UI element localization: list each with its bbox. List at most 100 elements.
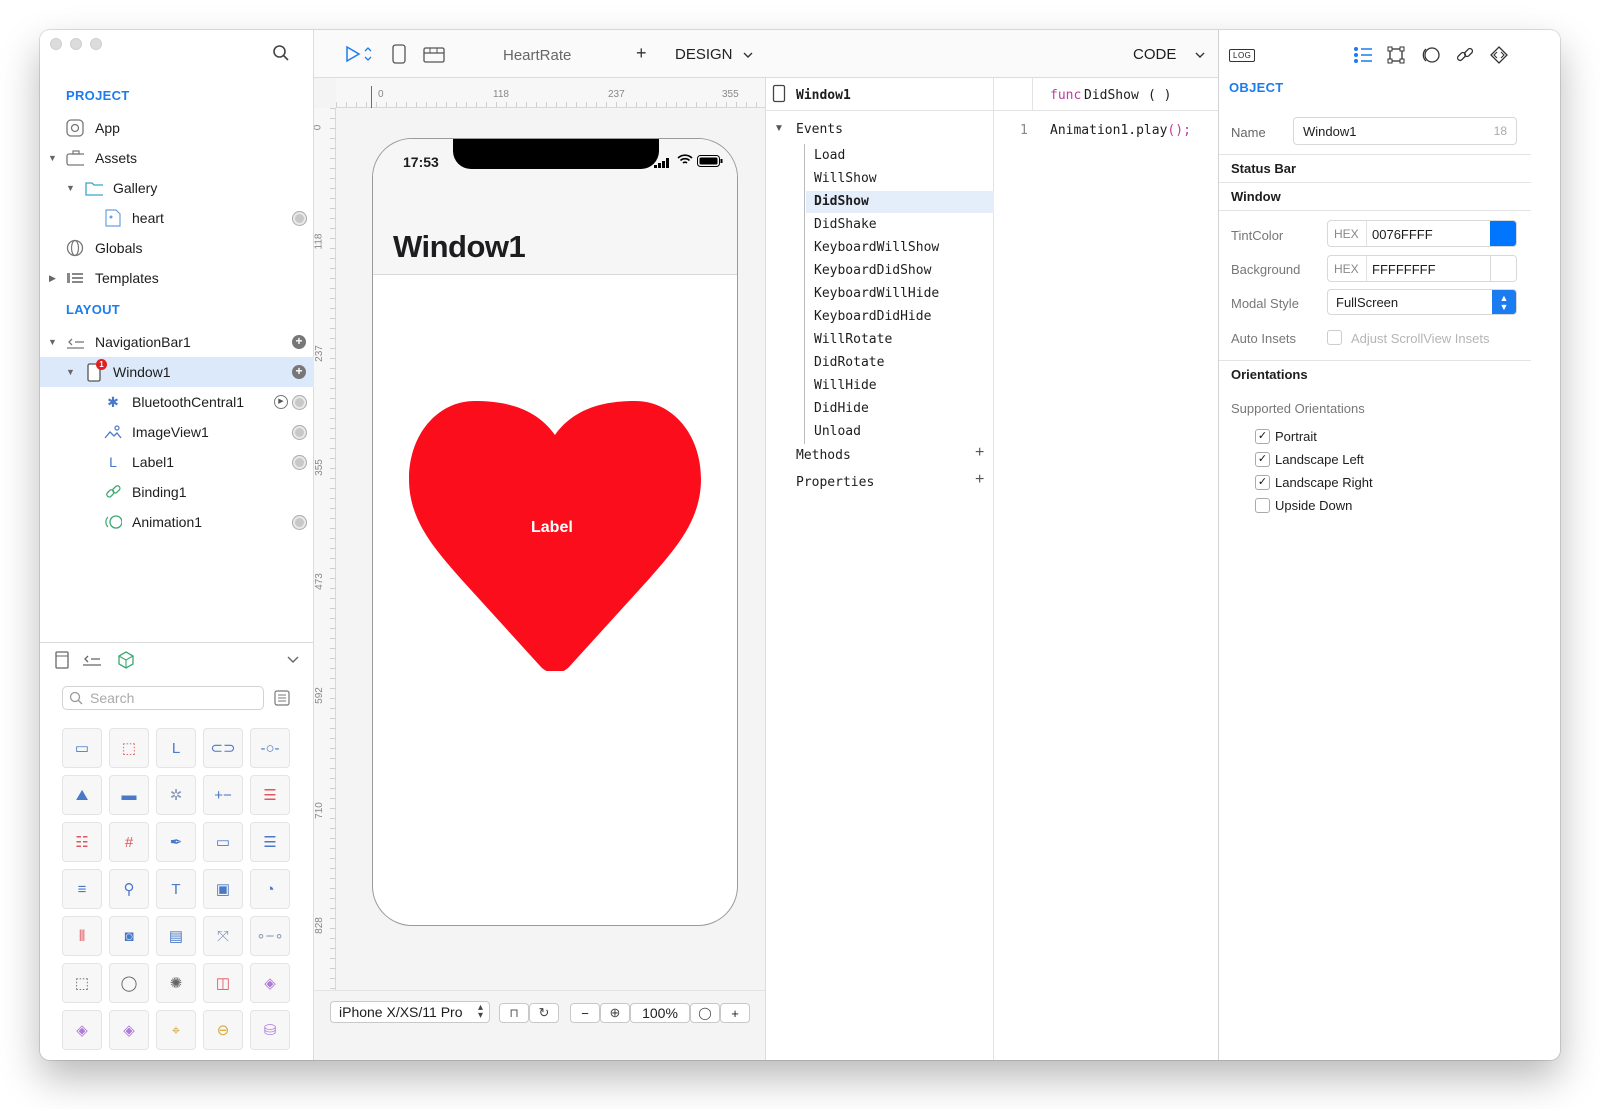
binding-tab-icon[interactable] xyxy=(1456,46,1474,69)
minimize-light[interactable] xyxy=(70,38,82,50)
add-child-icon[interactable]: + xyxy=(292,335,306,349)
adjust-insets-checkbox[interactable] xyxy=(1327,330,1342,345)
code-tab-icon[interactable] xyxy=(1489,46,1509,69)
navigation-bar[interactable]: 17:53 Window1 xyxy=(373,139,737,275)
zoom-center-button[interactable]: ⊕ xyxy=(600,1003,630,1023)
zoom-in-button[interactable]: + xyxy=(720,1003,750,1023)
layout-item-binding[interactable]: Binding1 xyxy=(40,477,314,507)
background-field[interactable]: HEX FFFFFFFF xyxy=(1327,255,1517,282)
play-icon[interactable]: ▶ xyxy=(274,395,288,409)
event-item[interactable]: DidShake xyxy=(806,214,986,236)
disclosure-closed-icon[interactable]: ▶ xyxy=(49,273,56,284)
event-item[interactable]: KeyboardDidHide xyxy=(806,306,986,328)
view-library-icon[interactable] xyxy=(54,650,70,675)
project-item-assets[interactable]: ▼ Assets xyxy=(40,143,314,173)
layout-item-animation[interactable]: Animation1 xyxy=(40,507,314,537)
nav-title[interactable]: Window1 xyxy=(393,229,526,265)
library-search-field[interactable]: Search xyxy=(62,686,264,710)
disclosure-open-icon[interactable]: ▼ xyxy=(774,123,784,134)
connector-tile[interactable]: ⤧ xyxy=(203,916,243,956)
picker-tile[interactable]: ☰ xyxy=(250,822,290,862)
segmented-tile[interactable]: ☰ xyxy=(250,775,290,815)
button-tile[interactable]: ▭ xyxy=(62,728,102,768)
project-item-gallery[interactable]: ▼ Gallery xyxy=(40,173,314,203)
textview-tile[interactable]: ≡ xyxy=(62,869,102,909)
split-tile[interactable]: ◫ xyxy=(203,963,243,1003)
disclosure-open-icon[interactable]: ▼ xyxy=(48,337,57,347)
project-item-templates[interactable]: ▶ Templates xyxy=(40,263,314,293)
search-icon[interactable] xyxy=(272,44,290,62)
layout-item-imageview[interactable]: ImageView1 xyxy=(40,417,314,447)
disclosure-open-icon[interactable]: ▼ xyxy=(48,153,57,163)
refresh-button[interactable]: ↻ xyxy=(529,1003,559,1023)
location-tile[interactable]: ⌖ xyxy=(156,1010,196,1050)
status-dot-icon[interactable] xyxy=(293,395,306,409)
zoom-out-button[interactable]: − xyxy=(570,1003,600,1023)
event-item[interactable]: Load xyxy=(806,145,986,167)
textfield-tile[interactable]: ▭ xyxy=(203,822,243,862)
pen-tile[interactable]: ✒ xyxy=(156,822,196,862)
project-item-globals[interactable]: Globals xyxy=(40,233,314,263)
disclosure-open-icon[interactable]: ▼ xyxy=(66,183,75,193)
code-line[interactable]: Animation1.play(); xyxy=(1050,123,1191,138)
list-view-icon[interactable] xyxy=(274,690,290,711)
event-item[interactable]: Unload xyxy=(806,421,986,443)
stack2-tile[interactable]: ◈ xyxy=(109,1010,149,1050)
log-button[interactable]: LOG xyxy=(1229,49,1256,62)
background-swatch[interactable] xyxy=(1490,256,1516,281)
grid-tile[interactable]: # xyxy=(109,822,149,862)
chevron-down-icon[interactable] xyxy=(1194,48,1206,66)
orientations-section-header[interactable]: Orientations xyxy=(1219,360,1531,388)
text-tile[interactable]: T xyxy=(156,869,196,909)
add-screen-button[interactable]: + xyxy=(636,43,647,64)
component-library-icon[interactable] xyxy=(116,650,136,675)
frame-tab-icon[interactable] xyxy=(1387,46,1405,69)
tint-field[interactable]: HEX 0076FFFF xyxy=(1327,220,1517,247)
chevron-down-icon[interactable] xyxy=(286,652,300,671)
window-controls[interactable] xyxy=(50,38,102,50)
device-selector[interactable]: iPhone X/XS/11 Pro ▴ ▾ xyxy=(330,1001,490,1023)
methods-group-label[interactable]: Methods xyxy=(796,448,851,463)
link-tile[interactable]: ∘−∘ xyxy=(250,916,290,956)
fit-button[interactable]: ⊓ xyxy=(499,1003,529,1023)
layout-item-window[interactable]: ▼ 1 Window1 + xyxy=(40,357,314,387)
watch-tile[interactable]: ◯ xyxy=(109,963,149,1003)
stack-tile[interactable]: ◈ xyxy=(62,1010,102,1050)
orientation-checkbox[interactable]: ✓ xyxy=(1255,452,1270,467)
layout-item-label[interactable]: L Label1 xyxy=(40,447,314,477)
animation-tab-icon[interactable] xyxy=(1421,46,1441,69)
image-tile[interactable]: ⛰ xyxy=(62,775,102,815)
event-item[interactable]: KeyboardWillShow xyxy=(806,237,986,259)
frame-tile[interactable]: ⬚ xyxy=(62,963,102,1003)
layout-item-navigationbar[interactable]: ▼ NavigationBar1 + xyxy=(40,327,314,357)
status-dot-icon[interactable] xyxy=(293,425,306,439)
modal-style-select[interactable]: FullScreen ▲ ▼ xyxy=(1327,289,1517,315)
name-field[interactable]: Window1 18 xyxy=(1293,117,1517,145)
database-tile[interactable]: ⛁ xyxy=(250,1010,290,1050)
view-tile[interactable]: ⬚ xyxy=(109,728,149,768)
table-tile[interactable]: ☷ xyxy=(62,822,102,862)
camera-tile[interactable]: ◙ xyxy=(109,916,149,956)
chevron-down-icon[interactable] xyxy=(742,48,754,66)
event-item[interactable]: DidHide xyxy=(806,398,986,420)
event-item[interactable]: WillHide xyxy=(806,375,986,397)
slider-tile[interactable]: -○- xyxy=(250,728,290,768)
tint-swatch[interactable] xyxy=(1490,221,1516,246)
properties-tab-icon[interactable] xyxy=(1353,46,1373,69)
project-item-heart[interactable]: heart xyxy=(40,203,314,233)
status-dot-icon[interactable] xyxy=(293,211,306,225)
event-item[interactable]: DidShow xyxy=(806,191,994,213)
disclosure-open-icon[interactable]: ▼ xyxy=(66,367,75,377)
statusbar-section-header[interactable]: Status Bar xyxy=(1219,154,1531,182)
add-property-button[interactable]: + xyxy=(975,471,984,489)
events-group-label[interactable]: Events xyxy=(796,122,843,137)
orientation-checkbox[interactable]: ✓ xyxy=(1255,429,1270,444)
project-item-app[interactable]: App xyxy=(40,113,314,143)
phone-frame[interactable]: 17:53 Window1 Label xyxy=(372,138,738,926)
gear-tile[interactable]: ✺ xyxy=(156,963,196,1003)
stepper-tile[interactable]: +− xyxy=(203,775,243,815)
design-mode-menu[interactable]: DESIGN xyxy=(675,46,733,63)
code-mode-menu[interactable]: CODE xyxy=(1133,46,1176,63)
toggle-tile[interactable]: ⊂⊃ xyxy=(203,728,243,768)
status-dot-icon[interactable] xyxy=(293,455,306,469)
